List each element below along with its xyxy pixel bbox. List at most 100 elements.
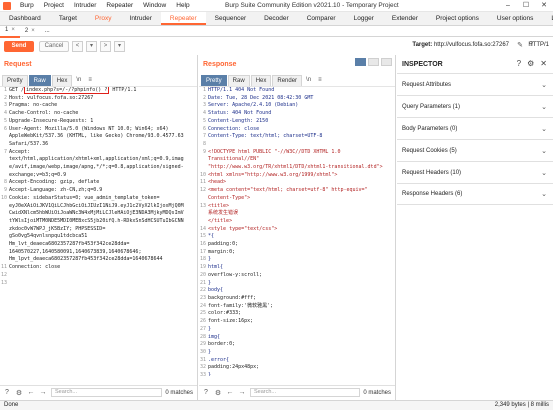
request-editor[interactable]: 1 GET / index.php?s=/-/?phpinfo() ? HTTP/1… (0, 86, 197, 376)
inspector-request-headers[interactable]: Request Headers (10) ⌄ (397, 161, 553, 183)
line-text: CwidXNlcm5hbWUiOiJoaWNc3W4xMjMiLCJleHAiO… (9, 210, 184, 217)
code-line: 27 } (199, 326, 395, 334)
back-history-button[interactable]: ▾ (86, 40, 97, 52)
code-line: Hm_lvt_deaeca6802357287fb453f342ce28dda= (0, 241, 197, 249)
next-icon[interactable]: → (38, 389, 48, 396)
inspector-row-label: Body Parameters (0) (402, 125, 458, 132)
edit-target-icon[interactable]: ✎ (517, 41, 523, 49)
code-line: 5 Content-Length: 2150 (199, 118, 395, 126)
help-circle-icon[interactable]: ? (2, 389, 12, 396)
previous-icon[interactable]: ← (26, 389, 36, 396)
tab-extender[interactable]: Extender (383, 12, 427, 25)
previous-icon[interactable]: ← (225, 389, 235, 396)
menu-burp[interactable]: Burp (15, 0, 39, 12)
cancel-button[interactable]: Cancel (39, 40, 69, 52)
close-icon[interactable]: × (31, 26, 35, 37)
line-number: 9 (202, 148, 206, 155)
help-icon[interactable]: ? (517, 59, 521, 68)
line-number: 12 (0, 271, 7, 278)
code-line: 2 Host: vulfocus.fofa.so:27267 (0, 95, 197, 103)
inspector-row-label: Response Headers (6) (402, 191, 463, 197)
response-size: 2,349 bytes | 8 millis (494, 402, 549, 408)
inspector-query-parameters[interactable]: Query Parameters (1) ⌄ (397, 95, 553, 117)
line-text: Accept-Encoding: gzip, deflate (9, 179, 100, 186)
line-text: html{ (208, 264, 224, 271)
line-number (0, 133, 9, 141)
tab-sequencer[interactable]: Sequencer (206, 12, 255, 25)
menu-intruder[interactable]: Intruder (69, 0, 101, 12)
code-line: 7 Content-Type: text/html; charset=UTF-8 (199, 133, 395, 141)
line-text: e/avif,image/webp,image/apng,*/*;q=0.8,a… (9, 164, 184, 171)
settings-icon[interactable]: ⚙ (14, 389, 24, 397)
line-text: Host: vulfocus.fofa.so:27267 (9, 94, 94, 101)
repeater-tab-2[interactable]: 2 × (20, 26, 40, 37)
response-title: Response (203, 61, 237, 68)
http-version-toggle[interactable]: HTTP/1 (528, 42, 549, 48)
tab-decoder[interactable]: Decoder (255, 12, 298, 25)
tab-comparer[interactable]: Comparer (298, 12, 345, 25)
menu-help[interactable]: Help (171, 0, 194, 12)
tab-dashboard[interactable]: Dashboard (0, 12, 50, 25)
tab-logger[interactable]: Logger (345, 12, 383, 25)
tab-intruder[interactable]: Intruder (121, 12, 161, 25)
code-line: 5 Upgrade-Insecure-Requests: 1 (0, 118, 197, 126)
line-text: <html xmlns="http://www.w3.org/1999/xhtm… (208, 171, 338, 178)
line-text: background:#fff; (208, 294, 257, 301)
line-number: 9 (3, 187, 7, 194)
help-circle-icon[interactable]: ? (201, 389, 211, 396)
line-text: .error{ (208, 356, 230, 363)
code-line: tYWlsIjoiMTM0NDE5MDI0MEBxcS5jb20ifQ.h-RD… (0, 218, 197, 226)
settings-icon[interactable]: ⚙ (213, 389, 223, 397)
send-button[interactable]: Send (4, 40, 34, 52)
code-line: CwidXNlcm5hbWUiOiJoaWNc3W4xMjMiLCJleHAiO… (0, 210, 197, 218)
menu-repeater[interactable]: Repeater (101, 0, 138, 12)
code-line: 24 font-family:'微软雅黑'; (199, 303, 395, 311)
request-search-input[interactable]: Search... (51, 388, 163, 397)
layout-tabs-icon[interactable] (381, 58, 392, 66)
line-number: 2 (3, 94, 7, 101)
line-number: 8 (202, 140, 206, 147)
inspector-response-headers[interactable]: Response Headers (6) ⌄ (397, 183, 553, 205)
tab-project-options[interactable]: Project options (427, 12, 488, 25)
close-icon[interactable]: ✕ (540, 59, 547, 68)
response-search-input[interactable]: Search... (250, 388, 361, 397)
line-number: 20 (199, 271, 206, 278)
back-button[interactable]: < (72, 40, 83, 52)
settings-icon[interactable]: ⚙ (527, 59, 534, 68)
next-icon[interactable]: → (237, 389, 247, 396)
menu-project[interactable]: Project (39, 0, 69, 12)
repeater-tab-more[interactable]: ... (40, 26, 55, 37)
repeater-tab-1[interactable]: 1 × (0, 25, 20, 38)
forward-history-button[interactable]: ▾ (114, 40, 125, 52)
line-number: 25 (199, 310, 206, 317)
code-line: 10 <html xmlns="http://www.w3.org/1999/xh… (199, 172, 395, 180)
line-number (0, 156, 9, 164)
code-line: 3 Pragma: no-cache (0, 102, 197, 110)
menu-window[interactable]: Window (138, 0, 171, 12)
tab-target[interactable]: Target (50, 12, 86, 25)
maximize-icon[interactable]: ☐ (517, 0, 535, 12)
inspector-title: INSPECTOR (402, 61, 443, 68)
layout-side-by-side-icon[interactable] (355, 58, 366, 66)
code-line: 6 User-Agent: Mozilla/5.0 (Windows NT 10.… (0, 126, 197, 134)
close-window-icon[interactable]: ✕ (535, 0, 553, 12)
code-line: 11 <head> (199, 179, 395, 187)
minimize-icon[interactable]: – (499, 0, 517, 12)
chevron-down-icon: ⌄ (541, 169, 547, 177)
tab-proxy[interactable]: Proxy (86, 12, 121, 25)
inspector-request-cookies[interactable]: Request Cookies (5) ⌄ (397, 139, 553, 161)
close-icon[interactable]: × (11, 25, 15, 36)
response-viewer[interactable]: 1 HTTP/1.1 404 Not Found 2 Date: Tue, 28 De… (199, 86, 395, 376)
line-text: exchange;v=b3;q=0.9 (9, 171, 67, 178)
inspector-request-attributes[interactable]: Request Attributes ⌄ (397, 73, 553, 95)
layout-stacked-icon[interactable] (368, 58, 379, 66)
request-search-bar: ? ⚙ ← → Search... 0 matches (0, 385, 197, 399)
tab-user-options[interactable]: User options (488, 12, 543, 25)
tab-learn[interactable]: Learn (542, 12, 553, 25)
tab-repeater[interactable]: Repeater (160, 12, 206, 25)
forward-button[interactable]: > (100, 40, 111, 52)
code-line: 4 Cache-Control: no-cache (0, 110, 197, 118)
inspector-body-parameters[interactable]: Body Parameters (0) ⌄ (397, 117, 553, 139)
code-line: 2 Date: Tue, 28 Dec 2021 08:42:30 GMT (199, 95, 395, 103)
code-line: 26 font-size:16px; (199, 318, 395, 326)
